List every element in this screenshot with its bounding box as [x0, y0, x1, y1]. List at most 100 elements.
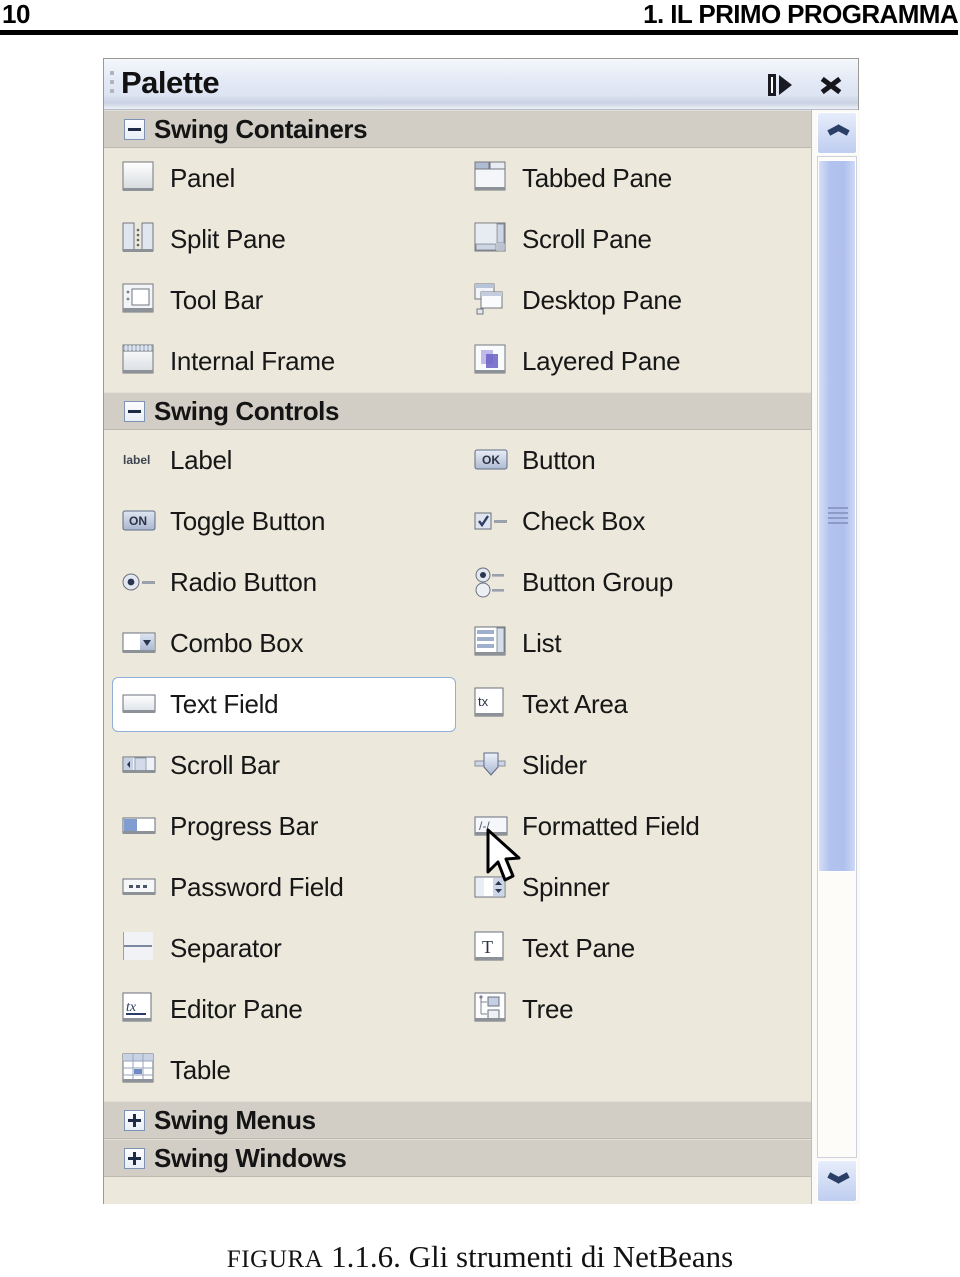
palette-item-editor-pane[interactable]: tx Editor Pane — [108, 979, 460, 1040]
palette-item-label[interactable]: label Label — [108, 430, 460, 491]
palette-item-hit-area[interactable] — [464, 433, 808, 488]
palette-section-header[interactable]: Swing Windows — [104, 1139, 811, 1177]
palette-item-label: Desktop Pane — [522, 285, 682, 315]
palette-item-label: Scroll Pane — [522, 224, 652, 254]
palette-item-split-pane[interactable]: Split Pane — [108, 209, 460, 270]
palette-item-label: Split Pane — [170, 224, 286, 254]
drag-grip-icon[interactable] — [110, 71, 115, 99]
palette-item-label: Internal Frame — [170, 346, 335, 376]
palette-item-hit-area[interactable] — [464, 921, 808, 976]
palette-row: Separator T Text Pane — [104, 918, 811, 979]
palette-item-text-pane[interactable]: T Text Pane — [460, 918, 811, 979]
page-running-head: 10 1. IL PRIMO PROGRAMMA — [0, 0, 960, 35]
palette-item-tool-bar[interactable]: Tool Bar — [108, 270, 460, 331]
chevron-down-icon[interactable] — [817, 1160, 857, 1202]
figure-caption-prefix: FIGURA — [226, 1246, 324, 1273]
palette-item-toggle-button[interactable]: ON Toggle Button — [108, 491, 460, 552]
svg-text:OK: OK — [482, 453, 500, 467]
palette-item-radio-button[interactable]: Radio Button — [108, 552, 460, 613]
close-icon[interactable] — [818, 72, 844, 98]
palette-section-header[interactable]: Swing Menus — [104, 1101, 811, 1139]
palette-section-header[interactable]: Swing Containers — [104, 110, 811, 148]
palette-item-progress-bar[interactable]: Progress Bar — [108, 796, 460, 857]
palette-item-button[interactable]: OK Button — [460, 430, 811, 491]
palette-item-hit-area[interactable] — [112, 273, 456, 328]
palette-item-text-field[interactable]: Text Field — [108, 674, 460, 735]
toggle-button-icon: ON — [122, 504, 158, 538]
scroll-pane-icon — [474, 222, 510, 256]
palette-item-slider[interactable]: Slider — [460, 735, 811, 796]
desktop-pane-icon — [474, 283, 510, 317]
chapter-title: 1. IL PRIMO PROGRAMMA — [643, 0, 958, 29]
spinner-icon — [474, 870, 510, 904]
palette-item-label: Editor Pane — [170, 994, 303, 1024]
collapse-minus-icon[interactable] — [124, 119, 145, 140]
palette-item-tree[interactable]: Tree — [460, 979, 811, 1040]
palette-item-label: Check Box — [522, 506, 646, 536]
collapse-minus-icon[interactable] — [124, 401, 145, 422]
text-area-icon: tx — [474, 687, 510, 721]
expand-plus-icon[interactable] — [124, 1148, 145, 1169]
slider-icon — [474, 748, 510, 782]
palette-item-hit-area[interactable] — [464, 982, 808, 1037]
palette-item-label: Tabbed Pane — [522, 163, 672, 193]
palette-item-hit-area[interactable] — [464, 677, 808, 732]
check-box-icon — [474, 504, 510, 538]
label-icon: label — [122, 443, 158, 477]
palette-item-internal-frame[interactable]: Internal Frame — [108, 331, 460, 392]
button-group-icon — [474, 565, 510, 599]
svg-text:tx: tx — [126, 1000, 137, 1015]
palette-item-label: Button Group — [522, 567, 674, 597]
palette-item-layered-pane[interactable]: Layered Pane — [460, 331, 811, 392]
palette-titlebar[interactable]: Palette — [104, 59, 858, 110]
palette-item-text-area[interactable]: tx Text Area — [460, 674, 811, 735]
palette-row: label Label OK Button — [104, 430, 811, 491]
palette-item-scroll-pane[interactable]: Scroll Pane — [460, 209, 811, 270]
palette-item-hit-area[interactable] — [464, 738, 808, 793]
palette-section-header[interactable]: Swing Controls — [104, 392, 811, 430]
svg-text:label: label — [123, 453, 150, 467]
dock-panel-icon[interactable] — [766, 73, 796, 99]
palette-row: Split Pane Scroll Pane — [104, 209, 811, 270]
tabbed-pane-icon — [474, 161, 510, 195]
palette-item-spinner[interactable]: Spinner — [460, 857, 811, 918]
toggle-button-icon: ON — [122, 504, 158, 538]
list-icon — [474, 626, 510, 660]
palette-item-button-group[interactable]: Button Group — [460, 552, 811, 613]
expand-plus-icon[interactable] — [124, 1110, 145, 1131]
palette-item-hit-area[interactable] — [112, 433, 456, 488]
palette-item-table[interactable]: Table — [108, 1040, 460, 1101]
scroll-bar-icon — [122, 748, 158, 782]
palette-item-list[interactable]: List — [460, 613, 811, 674]
palette-item-panel[interactable]: Panel — [108, 148, 460, 209]
palette-item-password-field[interactable]: Password Field — [108, 857, 460, 918]
palette-item-desktop-pane[interactable]: Desktop Pane — [460, 270, 811, 331]
page-number: 10 — [2, 0, 30, 29]
scrollbar-thumb[interactable] — [818, 160, 856, 872]
palette-item-hit-area[interactable] — [464, 860, 808, 915]
palette-item-hit-area[interactable] — [112, 738, 456, 793]
tool-bar-icon — [122, 283, 158, 317]
combo-box-icon — [122, 626, 158, 660]
layered-pane-icon — [474, 344, 510, 378]
palette-item-formatted-field[interactable]: /-/ Formatted Field — [460, 796, 811, 857]
palette-item-scroll-bar[interactable]: Scroll Bar — [108, 735, 460, 796]
palette-item-hit-area[interactable] — [112, 921, 456, 976]
palette-body: Swing Containers Panel Tabbed Pane Split Pa… — [104, 110, 860, 1204]
palette-row: Scroll Bar Slider — [104, 735, 811, 796]
palette-item-hit-area[interactable] — [112, 677, 456, 732]
palette-row: Panel Tabbed Pane — [104, 148, 811, 209]
palette-item-combo-box[interactable]: Combo Box — [108, 613, 460, 674]
palette-item-hit-area[interactable] — [112, 151, 456, 206]
palette-item-hit-area[interactable] — [464, 616, 808, 671]
palette-item-list: Swing Containers Panel Tabbed Pane Split Pa… — [104, 110, 811, 1204]
chevron-up-icon[interactable] — [817, 112, 857, 154]
palette-item-tabbed-pane[interactable]: Tabbed Pane — [460, 148, 811, 209]
palette-scrollbar[interactable] — [811, 110, 860, 1204]
palette-item-check-box[interactable]: Check Box — [460, 491, 811, 552]
palette-item-separator[interactable]: Separator — [108, 918, 460, 979]
palette-item-hit-area[interactable] — [112, 1043, 456, 1098]
progress-bar-icon — [122, 809, 158, 843]
tabbed-pane-icon — [474, 161, 510, 195]
palette-row: Combo Box List — [104, 613, 811, 674]
